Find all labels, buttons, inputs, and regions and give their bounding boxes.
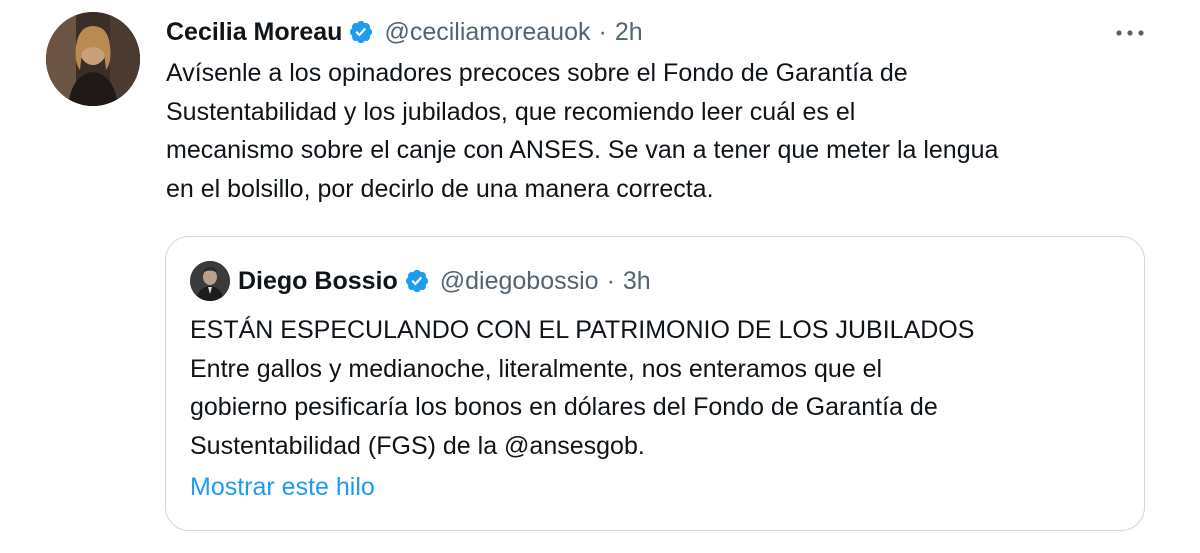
quoted-author-name: Diego Bossio [238,266,398,295]
verified-badge-icon [348,19,374,45]
quoted-tweet-header: Diego Bossio @diegobossio · 3h [238,261,651,301]
header-separator: · [598,17,607,46]
tweet[interactable]: Cecilia Moreau @ceciliamoreauok · 2h Aví… [0,0,1200,553]
quoted-tweet-timestamp: 3h [622,266,651,295]
quoted-text-line: ESTÁN ESPECULANDO CON EL PATRIMONIO DE L… [190,316,975,344]
quoted-header-separator: · [606,266,615,295]
tweet-text: Avísenle a los opinadores precoces sobre… [166,54,1166,208]
author-handle[interactable]: @ceciliamoreauok [384,18,590,47]
quoted-author-avatar[interactable] [190,261,230,301]
tweet-timestamp[interactable]: 2h [615,18,643,47]
author-avatar[interactable] [46,12,140,106]
show-thread-link[interactable]: Mostrar este hilo [190,473,375,502]
tweet-text-line: en el bolsillo, por decirlo de una maner… [166,174,714,203]
quoted-tweet[interactable]: Diego Bossio @diegobossio · 3h ESTÁN ESP… [165,236,1145,531]
more-options-button[interactable] [1110,18,1150,48]
tweet-text-line: Avísenle a los opinadores precoces sobre… [166,59,908,87]
more-horizontal-icon [1116,30,1144,36]
tweet-header: Cecilia Moreau @ceciliamoreauok · 2h [166,14,643,50]
quoted-author-handle: @diegobossio [439,266,599,295]
author-avatar-image [46,12,140,106]
tweet-text-line: mecanismo sobre el canje con ANSES. Se v… [166,136,999,164]
quoted-text-line: Entre gallos y medianoche, literalmente,… [190,354,883,383]
tweet-text-line: Sustentabilidad y los jubilados, que rec… [166,97,856,126]
quoted-text-line: gobierno pesificaría los bonos en dólare… [190,393,938,421]
author-name[interactable]: Cecilia Moreau [166,18,342,47]
quoted-text-line: Sustentabilidad (FGS) de la @ansesgob. [190,431,645,460]
quoted-author-avatar-image [190,261,230,301]
verified-badge-icon [404,268,430,294]
quoted-tweet-text: ESTÁN ESPECULANDO CON EL PATRIMONIO DE L… [190,311,1130,465]
